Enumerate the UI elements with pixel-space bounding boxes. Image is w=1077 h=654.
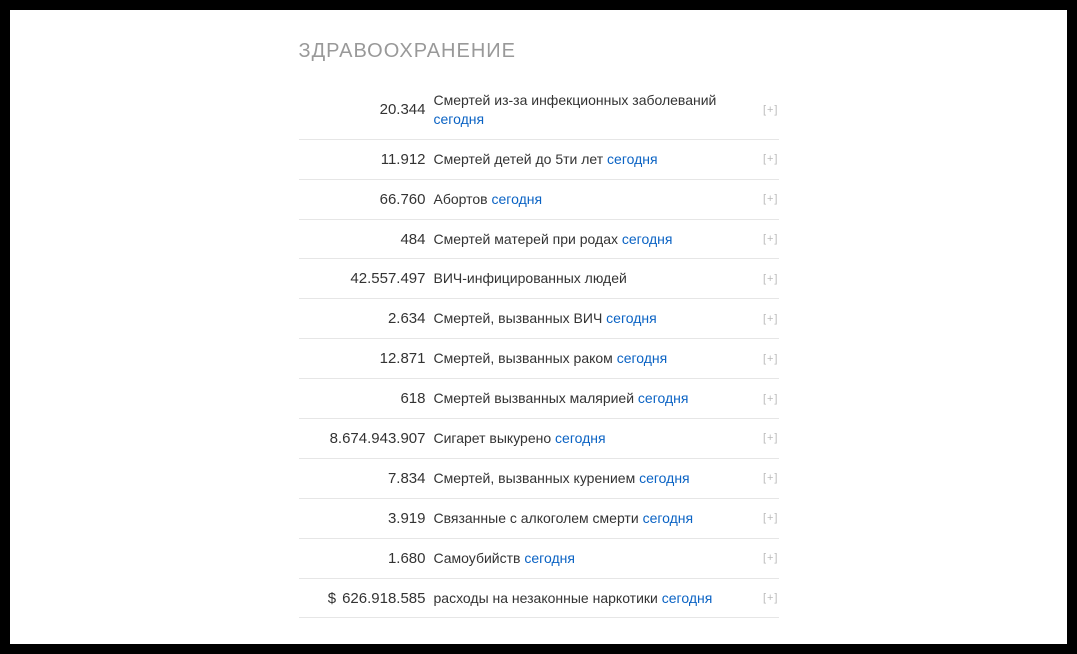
stat-text: Смертей вызванных малярией bbox=[434, 390, 638, 406]
today-link[interactable]: сегодня bbox=[662, 590, 713, 606]
today-link[interactable]: сегодня bbox=[622, 231, 673, 247]
expand-button[interactable]: [+] bbox=[763, 233, 779, 245]
stat-text: Связанные с алкоголем смерти bbox=[434, 510, 643, 526]
page: ЗДРАВООХРАНЕНИЕ 20.344 Смертей из-за инфе… bbox=[10, 10, 1067, 644]
today-link[interactable]: сегодня bbox=[606, 310, 657, 326]
stat-row: 8.674.943.907Сигарет выкурено сегодня[+] bbox=[299, 419, 779, 459]
stat-number: 66.760 bbox=[380, 191, 426, 208]
stat-label: Смертей, вызванных ВИЧ сегодня bbox=[434, 309, 779, 328]
stat-row: 1.680Самоубийств сегодня[+] bbox=[299, 539, 779, 579]
rows-list: 20.344 Смертей из-за инфекционных заболев… bbox=[299, 81, 779, 618]
today-link[interactable]: сегодня bbox=[492, 191, 543, 207]
today-link[interactable]: сегодня bbox=[434, 111, 485, 127]
stat-number: 12.871 bbox=[380, 350, 426, 367]
stat-number: 8.674.943.907 bbox=[330, 430, 426, 447]
stat-number: 7.834 bbox=[388, 470, 426, 487]
stat-label: расходы на незаконные наркотики сегодня bbox=[434, 589, 779, 608]
stat-number: 3.919 bbox=[388, 510, 426, 527]
expand-button[interactable]: [+] bbox=[763, 393, 779, 405]
stat-text: Самоубийств bbox=[434, 550, 525, 566]
stat-text: Смертей детей до 5ти лет bbox=[434, 151, 608, 167]
expand-button[interactable]: [+] bbox=[763, 193, 779, 205]
expand-button[interactable]: [+] bbox=[763, 353, 779, 365]
stat-label: Смертей, вызванных раком сегодня bbox=[434, 349, 779, 368]
expand-button[interactable]: [+] bbox=[763, 512, 779, 524]
stats-container: ЗДРАВООХРАНЕНИЕ 20.344 Смертей из-за инфе… bbox=[299, 40, 779, 618]
stat-text: Смертей из-за инфекционных заболеваний bbox=[434, 92, 717, 108]
stat-label: Абортов сегодня bbox=[434, 190, 779, 209]
stat-row: 484Смертей матерей при родах сегодня[+] bbox=[299, 220, 779, 260]
expand-button[interactable]: [+] bbox=[763, 552, 779, 564]
stat-value: 618 bbox=[299, 390, 434, 407]
expand-button[interactable]: [+] bbox=[763, 592, 779, 604]
stat-value: 11.912 bbox=[299, 151, 434, 168]
stat-label: Самоубийств сегодня bbox=[434, 549, 779, 568]
stat-value: 20.344 bbox=[299, 101, 434, 118]
stat-label: ВИЧ-инфицированных людей bbox=[434, 269, 779, 288]
today-link[interactable]: сегодня bbox=[607, 151, 658, 167]
stat-row: 2.634Смертей, вызванных ВИЧ сегодня[+] bbox=[299, 299, 779, 339]
stat-text: ВИЧ-инфицированных людей bbox=[434, 270, 627, 286]
stat-row: 66.760Абортов сегодня[+] bbox=[299, 180, 779, 220]
stat-value: 2.634 bbox=[299, 310, 434, 327]
stat-row: 618Смертей вызванных малярией сегодня[+] bbox=[299, 379, 779, 419]
stat-value: 1.680 bbox=[299, 550, 434, 567]
today-link[interactable]: сегодня bbox=[639, 470, 690, 486]
stat-label: Сигарет выкурено сегодня bbox=[434, 429, 779, 448]
stat-text: расходы на незаконные наркотики bbox=[434, 590, 662, 606]
stat-value: $626.918.585 bbox=[299, 590, 434, 607]
today-link[interactable]: сегодня bbox=[638, 390, 689, 406]
stat-label: Смертей детей до 5ти лет сегодня bbox=[434, 150, 779, 169]
stat-number: 618 bbox=[400, 390, 425, 407]
stat-row: $626.918.585расходы на незаконные наркот… bbox=[299, 579, 779, 619]
today-link[interactable]: сегодня bbox=[617, 350, 668, 366]
stat-number: 11.912 bbox=[381, 151, 426, 168]
stat-number: 2.634 bbox=[388, 310, 426, 327]
stat-label: Смертей из-за инфекционных заболеваний с… bbox=[434, 91, 779, 129]
stat-value: 12.871 bbox=[299, 350, 434, 367]
stat-value: 42.557.497 bbox=[299, 270, 434, 287]
currency-symbol: $ bbox=[328, 590, 336, 607]
expand-button[interactable]: [+] bbox=[763, 472, 779, 484]
section-title: ЗДРАВООХРАНЕНИЕ bbox=[299, 40, 779, 63]
stat-value: 484 bbox=[299, 231, 434, 248]
stat-text: Смертей, вызванных раком bbox=[434, 350, 617, 366]
stat-text: Абортов bbox=[434, 191, 492, 207]
stat-row: 20.344 Смертей из-за инфекционных заболев… bbox=[299, 81, 779, 140]
stat-label: Смертей матерей при родах сегодня bbox=[434, 230, 779, 249]
stat-number: 42.557.497 bbox=[350, 270, 425, 287]
stat-text: Смертей матерей при родах bbox=[434, 231, 622, 247]
stat-text: Смертей, вызванных ВИЧ bbox=[434, 310, 607, 326]
expand-button[interactable]: [+] bbox=[763, 104, 779, 116]
stat-text: Сигарет выкурено bbox=[434, 430, 556, 446]
stat-number: 484 bbox=[400, 231, 425, 248]
stat-row: 42.557.497 ВИЧ-инфицированных людей [+] bbox=[299, 259, 779, 299]
stat-text: Смертей, вызванных курением bbox=[434, 470, 640, 486]
stat-value: 66.760 bbox=[299, 191, 434, 208]
expand-button[interactable]: [+] bbox=[763, 313, 779, 325]
stat-number: 20.344 bbox=[380, 101, 426, 118]
stat-row: 3.919 Связанные с алкоголем смерти сегодн… bbox=[299, 499, 779, 539]
stat-row: 11.912Смертей детей до 5ти лет сегодня[+… bbox=[299, 140, 779, 180]
today-link[interactable]: сегодня bbox=[555, 430, 606, 446]
stat-value: 3.919 bbox=[299, 510, 434, 527]
expand-button[interactable]: [+] bbox=[763, 153, 779, 165]
stat-value: 8.674.943.907 bbox=[299, 430, 434, 447]
expand-button[interactable]: [+] bbox=[763, 432, 779, 444]
stat-number: 1.680 bbox=[388, 550, 426, 567]
stat-value: 7.834 bbox=[299, 470, 434, 487]
stat-label: Связанные с алкоголем смерти сегодня bbox=[434, 509, 779, 528]
stat-label: Смертей, вызванных курением сегодня bbox=[434, 469, 779, 488]
today-link[interactable]: сегодня bbox=[524, 550, 575, 566]
today-link[interactable]: сегодня bbox=[643, 510, 694, 526]
stat-label: Смертей вызванных малярией сегодня bbox=[434, 389, 779, 408]
stat-number: 626.918.585 bbox=[342, 590, 425, 607]
expand-button[interactable]: [+] bbox=[763, 273, 779, 285]
stat-row: 7.834 Смертей, вызванных курением сегодня… bbox=[299, 459, 779, 499]
stat-row: 12.871Смертей, вызванных раком сегодня[+… bbox=[299, 339, 779, 379]
